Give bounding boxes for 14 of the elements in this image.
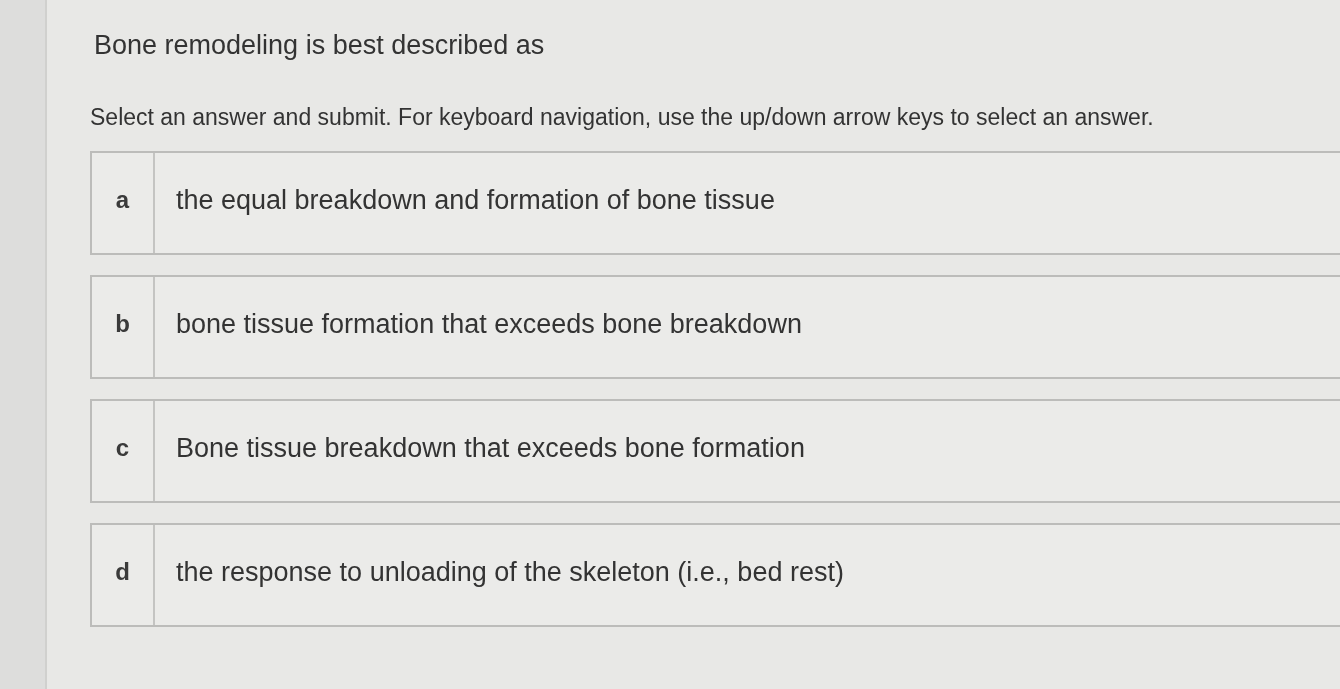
option-letter: c <box>92 401 155 501</box>
answer-option[interactable]: c Bone tissue breakdown that exceeds bone formation <box>90 399 1340 503</box>
option-text: Bone tissue breakdown that exceeds bone formation <box>176 432 805 464</box>
question-text: Bone remodeling is best described as <box>94 29 545 62</box>
answer-option[interactable]: d the response to unloading of the skeleton (i.e., bed rest) <box>90 523 1340 627</box>
option-letter: d <box>92 525 155 625</box>
option-letter: a <box>92 153 155 253</box>
option-text: bone tissue formation that exceeds bone breakdown <box>176 308 802 340</box>
option-text: the equal breakdown and formation of bone tissue <box>176 184 775 216</box>
option-text: the response to unloading of the skeleton (i.e., bed rest) <box>176 556 844 588</box>
answer-option[interactable]: b bone tissue formation that exceeds bone breakdown <box>90 275 1340 379</box>
answer-option[interactable]: a the equal breakdown and formation of bone tissue <box>90 151 1340 255</box>
instructions-text: Select an answer and submit. For keyboard navigation, use the up/down arrow keys to select an answer. <box>90 103 1154 132</box>
option-letter: b <box>92 277 155 377</box>
